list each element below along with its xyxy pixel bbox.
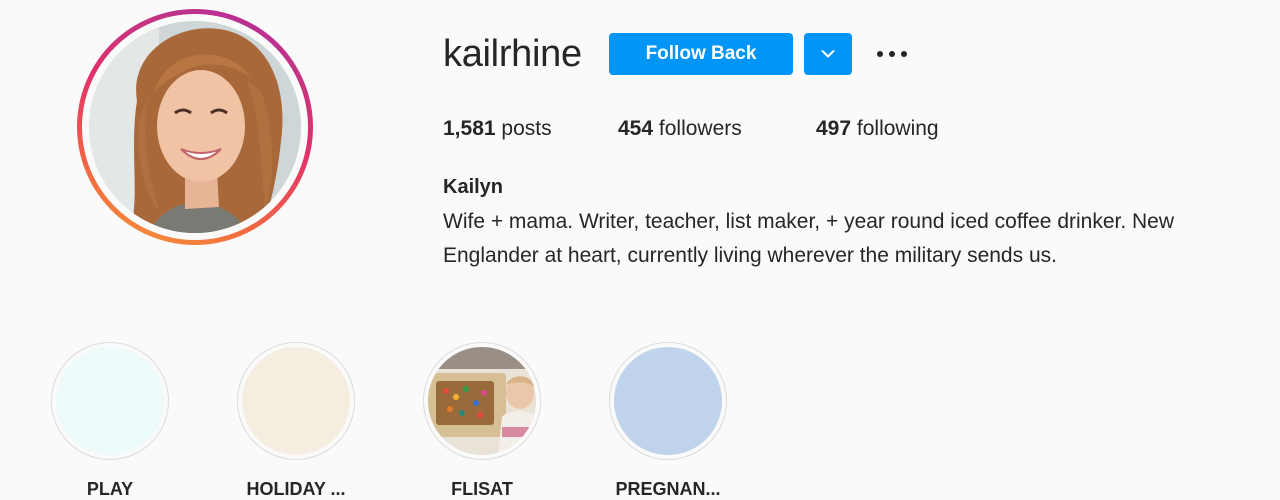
profile-page: kailrhine Follow Back 1,581 posts 454 fo… (0, 0, 1280, 500)
posts-count-value: 1,581 (443, 117, 496, 140)
highlight-play[interactable]: PLAY (49, 342, 173, 500)
profile-avatar[interactable] (89, 21, 301, 233)
more-dot (877, 51, 883, 57)
profile-bio: Wife + mama. Writer, teacher, list maker… (443, 210, 1175, 267)
avatar-photo-image (89, 21, 301, 233)
highlight-cover (428, 347, 536, 455)
highlight-label: FLISAT (451, 479, 513, 499)
following-link[interactable]: 497 following (816, 116, 939, 142)
highlight-cover (242, 347, 350, 455)
highlight-flisat[interactable]: FLISAT (421, 342, 545, 500)
posts-count-label: posts (501, 117, 552, 140)
following-count-label: following (856, 117, 939, 140)
followers-count-label: followers (658, 117, 742, 140)
posts-count: 1,581 posts (443, 116, 552, 142)
chevron-down-icon (821, 50, 835, 58)
profile-full-name: Kailyn (443, 176, 504, 198)
highlight-holiday[interactable]: HOLIDAY ... (235, 342, 359, 500)
more-dot (889, 51, 895, 57)
highlight-photo-image (428, 347, 536, 455)
more-dot (901, 51, 907, 57)
following-count-value: 497 (816, 117, 852, 140)
profile-username: kailrhine (443, 33, 582, 75)
highlight-cover (614, 347, 722, 455)
suggested-dropdown-button[interactable] (804, 33, 852, 75)
highlight-label: HOLIDAY ... (246, 479, 346, 499)
highlight-label: PLAY (86, 479, 134, 499)
highlight-pregnancy[interactable]: PREGNAN... (607, 342, 731, 500)
more-options-button[interactable] (872, 38, 912, 70)
followers-link[interactable]: 454 followers (618, 116, 742, 142)
highlight-cover (56, 347, 164, 455)
follow-back-button[interactable]: Follow Back (609, 33, 793, 75)
followers-count-value: 454 (618, 117, 654, 140)
highlight-label: PREGNAN... (615, 479, 721, 499)
